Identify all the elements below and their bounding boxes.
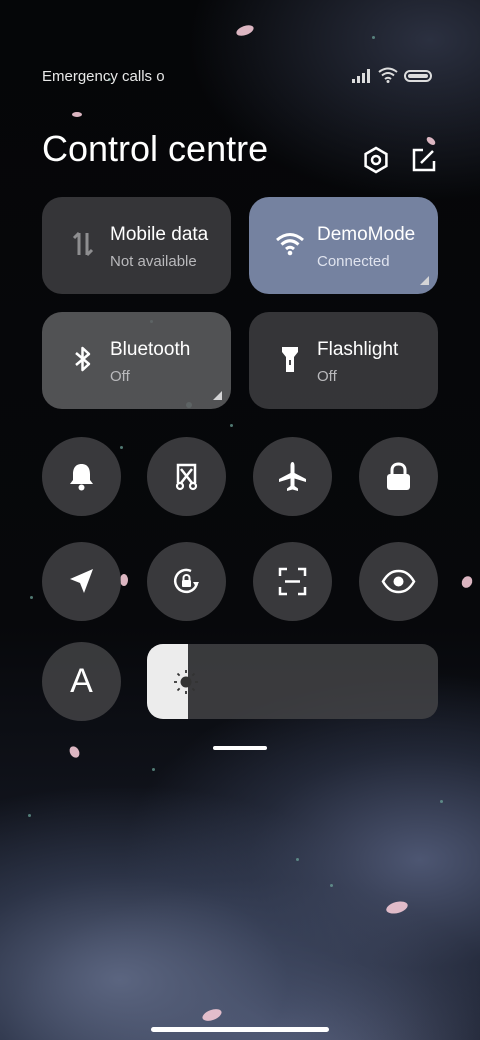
petal-decoration — [72, 112, 82, 117]
font-size-label: A — [70, 662, 93, 700]
sparkle-decoration — [120, 446, 123, 449]
drag-handle[interactable] — [213, 746, 267, 750]
toggle-airplane-mode[interactable] — [253, 437, 332, 516]
toggle-lock-screen[interactable] — [359, 437, 438, 516]
settings-icon[interactable] — [360, 144, 392, 176]
scan-icon — [278, 567, 307, 596]
airplane-icon — [279, 462, 306, 491]
petal-decoration — [67, 744, 82, 760]
tile-status: Connected — [317, 253, 390, 270]
sparkle-decoration — [230, 424, 233, 427]
toggle-rotation-lock[interactable] — [147, 542, 226, 621]
bluetooth-icon — [75, 346, 91, 372]
font-size-button[interactable]: A — [42, 642, 121, 721]
tile-status: Off — [110, 368, 130, 385]
tile-status: Not available — [110, 253, 197, 270]
toggle-scanner[interactable] — [253, 542, 332, 621]
home-indicator[interactable] — [151, 1027, 329, 1032]
tile-name: Bluetooth — [110, 339, 191, 360]
screenshot-icon — [175, 463, 198, 491]
toggle-location[interactable] — [42, 542, 121, 621]
sparkle-decoration — [330, 884, 333, 887]
petal-decoration — [120, 574, 128, 586]
petal-decoration — [235, 23, 255, 38]
bell-icon — [70, 464, 93, 491]
sparkle-decoration — [152, 768, 155, 771]
battery-icon — [404, 70, 432, 82]
petal-decoration — [384, 899, 410, 916]
location-icon — [70, 569, 93, 593]
brightness-slider[interactable] — [147, 644, 438, 719]
toggle-screenshot[interactable] — [147, 437, 226, 516]
status-bar: Emergency calls o — [0, 60, 480, 92]
tile-mobile-data[interactable]: Mobile data Not available — [42, 197, 231, 294]
tile-wifi[interactable]: DemoMode Connected — [249, 197, 438, 294]
petal-decoration — [200, 1006, 224, 1024]
lock-icon — [387, 462, 410, 490]
flashlight-icon — [282, 347, 298, 372]
tile-bluetooth[interactable]: Bluetooth Off — [42, 312, 231, 409]
sparkle-decoration — [30, 596, 33, 599]
rotation-lock-icon — [173, 568, 199, 594]
brightness-icon — [174, 670, 198, 694]
toggle-reading-mode[interactable] — [359, 542, 438, 621]
status-text: Emergency calls o — [42, 68, 165, 85]
tile-name: Mobile data — [110, 224, 209, 245]
wifi-icon — [276, 233, 304, 256]
petal-decoration — [459, 574, 475, 590]
expand-indicator — [213, 391, 222, 400]
eye-icon — [381, 569, 416, 594]
expand-indicator — [420, 276, 429, 285]
tile-status: Off — [317, 368, 337, 385]
signal-icon — [352, 69, 370, 83]
page-title: Control centre — [42, 128, 269, 169]
toggle-ringer[interactable] — [42, 437, 121, 516]
edit-icon[interactable] — [408, 144, 440, 176]
wifi-icon — [378, 67, 398, 83]
tile-flashlight[interactable]: Flashlight Off — [249, 312, 438, 409]
mobile-data-icon — [72, 231, 94, 257]
tile-name: Flashlight — [317, 339, 399, 360]
tile-name: DemoMode — [317, 224, 416, 245]
sparkle-decoration — [28, 814, 31, 817]
sparkle-decoration — [296, 858, 299, 861]
sparkle-decoration — [440, 800, 443, 803]
sparkle-decoration — [372, 36, 375, 39]
